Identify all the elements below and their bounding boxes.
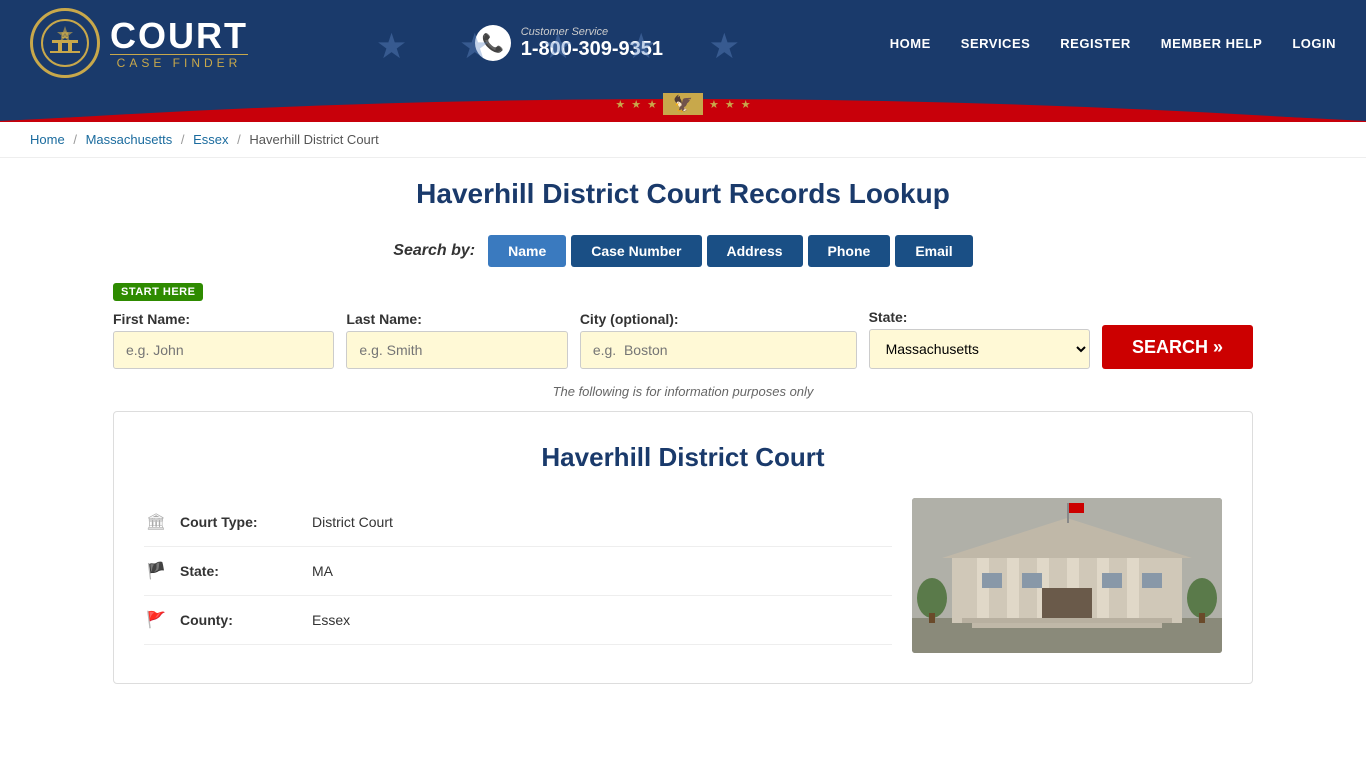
state-row: 🏴 State: MA: [144, 547, 892, 596]
state-value: MA: [312, 563, 333, 579]
star6: ★: [741, 98, 751, 111]
court-card: Haverhill District Court 🏛 Court Type: D…: [113, 411, 1253, 684]
building-icon: 🏛: [144, 512, 168, 532]
search-by-label: Search by:: [393, 242, 475, 260]
search-by-row: Search by: Name Case Number Address Phon…: [113, 235, 1253, 267]
logo-emblem: ⚖: [30, 8, 100, 78]
page-title: Haverhill District Court Records Lookup: [113, 178, 1253, 210]
tab-email[interactable]: Email: [895, 235, 972, 267]
star5: ★: [725, 98, 735, 111]
tab-phone[interactable]: Phone: [808, 235, 891, 267]
breadcrumb-current: Haverhill District Court: [249, 132, 378, 147]
city-group: City (optional):: [580, 311, 857, 369]
breadcrumb-home[interactable]: Home: [30, 132, 65, 147]
eagle-icon: 🦅: [663, 93, 703, 115]
phone-icon: 📞: [475, 25, 511, 61]
first-name-input[interactable]: [113, 331, 334, 369]
nav-login[interactable]: LOGIN: [1292, 36, 1336, 51]
customer-service-label: Customer Service: [521, 26, 663, 38]
nav-register[interactable]: REGISTER: [1060, 36, 1130, 51]
tab-case-number[interactable]: Case Number: [571, 235, 701, 267]
county-value: Essex: [312, 612, 350, 628]
search-form: START HERE First Name: Last Name: City (…: [113, 282, 1253, 369]
star1: ★: [615, 98, 625, 111]
tab-address[interactable]: Address: [707, 235, 803, 267]
state-icon: 🏴: [144, 561, 168, 581]
breadcrumb-massachusetts[interactable]: Massachusetts: [86, 132, 173, 147]
court-building-image: [912, 498, 1222, 653]
phone-area: 📞 Customer Service 1-800-309-9351: [475, 25, 663, 61]
breadcrumb: Home / Massachusetts / Essex / Haverhill…: [0, 122, 1366, 158]
court-type-label: Court Type:: [180, 514, 300, 530]
county-icon: 🚩: [144, 610, 168, 630]
state-label-detail: State:: [180, 563, 300, 579]
court-details: 🏛 Court Type: District Court 🏴 State: MA…: [144, 498, 892, 653]
court-card-body: 🏛 Court Type: District Court 🏴 State: MA…: [144, 498, 1222, 653]
logo-text: COURT CASE FINDER: [110, 18, 248, 69]
nav-services[interactable]: SERVICES: [961, 36, 1031, 51]
county-label: County:: [180, 612, 300, 628]
star4: ★: [709, 98, 719, 111]
logo[interactable]: ⚖ COURT CASE FINDER: [30, 8, 248, 78]
city-input[interactable]: [580, 331, 857, 369]
state-group: State: Massachusetts Alabama Alaska Ariz…: [869, 309, 1090, 369]
last-name-group: Last Name:: [346, 311, 567, 369]
court-type-value: District Court: [312, 514, 393, 530]
start-here-badge: START HERE: [113, 283, 203, 301]
nav-member-help[interactable]: MEMBER HELP: [1161, 36, 1263, 51]
breadcrumb-essex[interactable]: Essex: [193, 132, 228, 147]
first-name-label: First Name:: [113, 311, 334, 327]
star3: ★: [647, 98, 657, 111]
main-nav: HOME SERVICES REGISTER MEMBER HELP LOGIN: [890, 36, 1336, 51]
county-row: 🚩 County: Essex: [144, 596, 892, 645]
search-button[interactable]: SEARCH »: [1102, 325, 1253, 369]
city-label: City (optional):: [580, 311, 857, 327]
state-select[interactable]: Massachusetts Alabama Alaska Arizona Cal…: [869, 329, 1090, 369]
court-type-row: 🏛 Court Type: District Court: [144, 498, 892, 547]
phone-number: 1-800-309-9351: [521, 38, 663, 61]
form-row: First Name: Last Name: City (optional): …: [113, 309, 1253, 369]
last-name-label: Last Name:: [346, 311, 567, 327]
court-card-title: Haverhill District Court: [144, 442, 1222, 473]
tab-name[interactable]: Name: [488, 235, 566, 267]
info-note: The following is for information purpose…: [113, 384, 1253, 399]
star2: ★: [631, 98, 641, 111]
first-name-group: First Name:: [113, 311, 334, 369]
last-name-input[interactable]: [346, 331, 567, 369]
state-label: State:: [869, 309, 1090, 325]
nav-home[interactable]: HOME: [890, 36, 931, 51]
